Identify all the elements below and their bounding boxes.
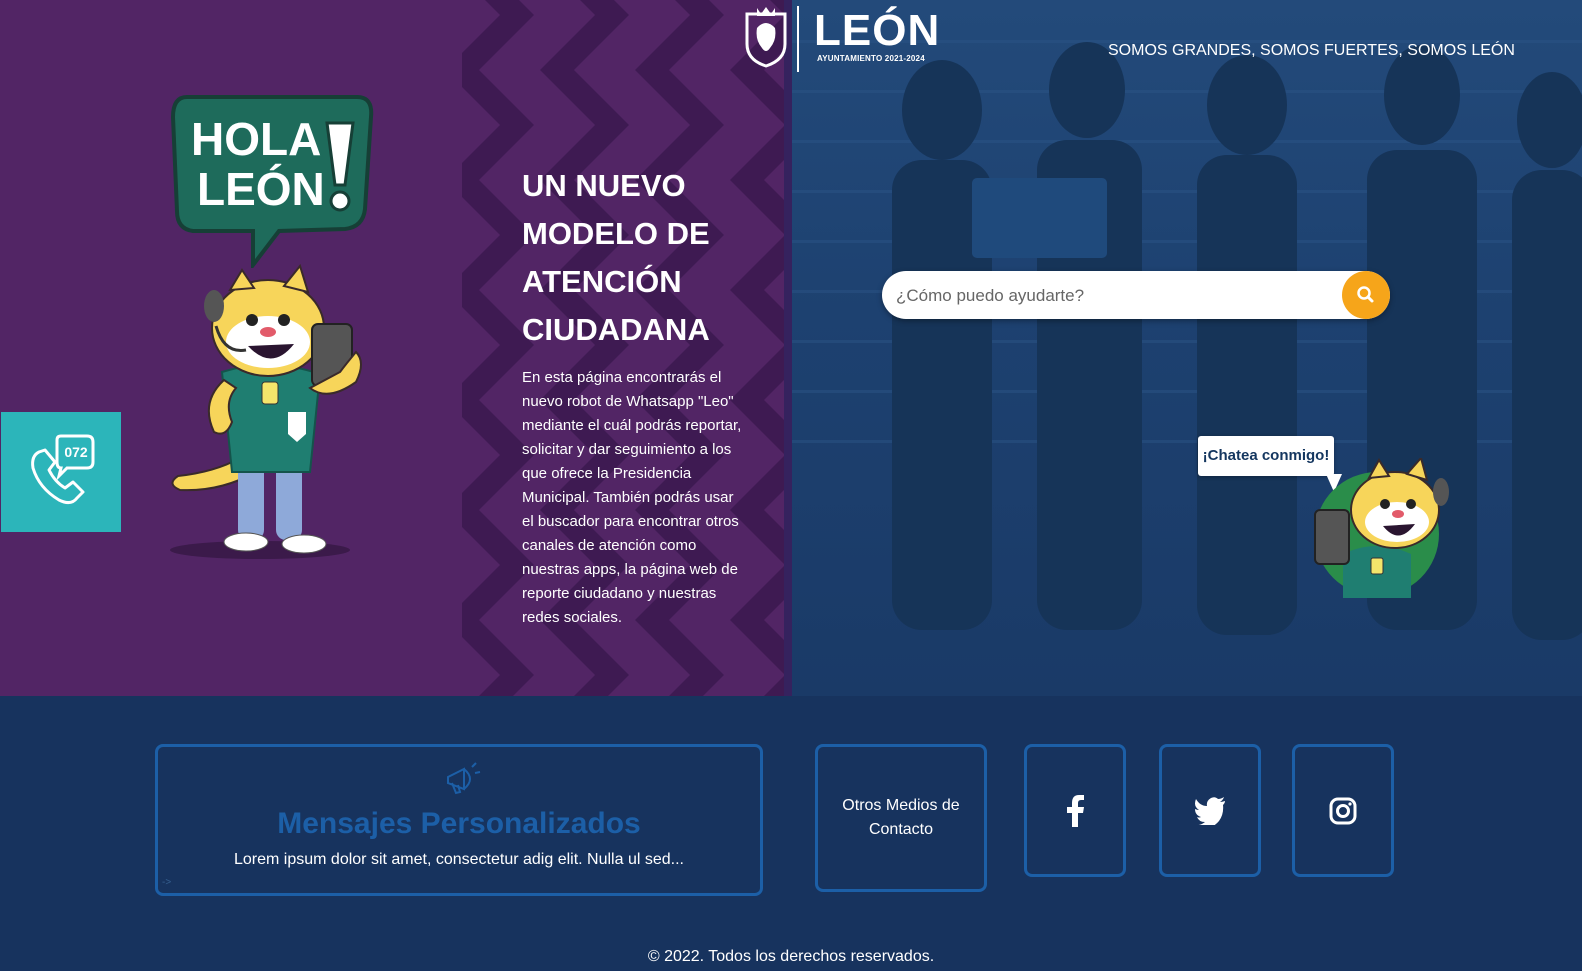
phone-icon [31, 434, 95, 505]
other-contact-label: Otros Medios de Contacto [842, 797, 960, 838]
leon-logo[interactable]: LEÓN AYUNTAMIENTO 2021-2024 [743, 6, 939, 72]
instagram-button[interactable] [1292, 744, 1394, 877]
slogan: SOMOS GRANDES, SOMOS FUERTES, SOMOS LEÓN [1108, 42, 1515, 59]
search-input[interactable] [894, 271, 1328, 321]
chat-mascot-avatar[interactable] [1313, 458, 1453, 598]
other-contact-card[interactable]: Otros Medios de Contacto [815, 744, 987, 892]
card-title: Mensajes Personalizados [277, 807, 641, 840]
logo-subtitle: AYUNTAMIENTO 2021-2024 [817, 54, 925, 63]
megaphone-icon [447, 762, 481, 795]
search-icon [1357, 286, 1374, 303]
svg-text:LEÓN: LEÓN [197, 163, 325, 215]
instagram-icon [1329, 797, 1357, 824]
card-arrow: -> [162, 877, 172, 888]
twitter-icon [1194, 796, 1225, 825]
hero-paragraph: En esta página encontrarás el nuevo robo… [522, 369, 742, 626]
logo-divider [797, 6, 799, 72]
hola-leon-badge: HOLA LEÓN [170, 95, 374, 268]
center-ribbon [784, 0, 792, 696]
phone-number: 072 [64, 444, 88, 460]
hero-heading: UN NUEVO MODELO DE ATENCIÓN CIUDADANA [522, 168, 710, 347]
facebook-button[interactable] [1024, 744, 1126, 877]
people-background-photo [792, 0, 1582, 696]
facebook-icon [1067, 794, 1084, 827]
footer-copyright: © 2022. Todos los derechos reservados. [647, 948, 935, 965]
lion-crest-icon [745, 7, 787, 68]
search-bar [882, 271, 1390, 321]
logo-wordmark: LEÓN [814, 6, 941, 55]
phone-072-button[interactable]: 072 [1, 412, 121, 532]
leo-mascot-illustration [170, 263, 362, 559]
svg-text:HOLA: HOLA [191, 113, 321, 165]
search-button[interactable] [1342, 271, 1390, 319]
personalized-messages-card[interactable]: Mensajes Personalizados Lorem ipsum dolo… [155, 744, 763, 896]
twitter-button[interactable] [1159, 744, 1261, 877]
hero-section: LEÓN AYUNTAMIENTO 2021-2024 SOMOS GRANDE… [0, 0, 1582, 696]
card-description: Lorem ipsum dolor sit amet, consectetur … [234, 851, 684, 868]
